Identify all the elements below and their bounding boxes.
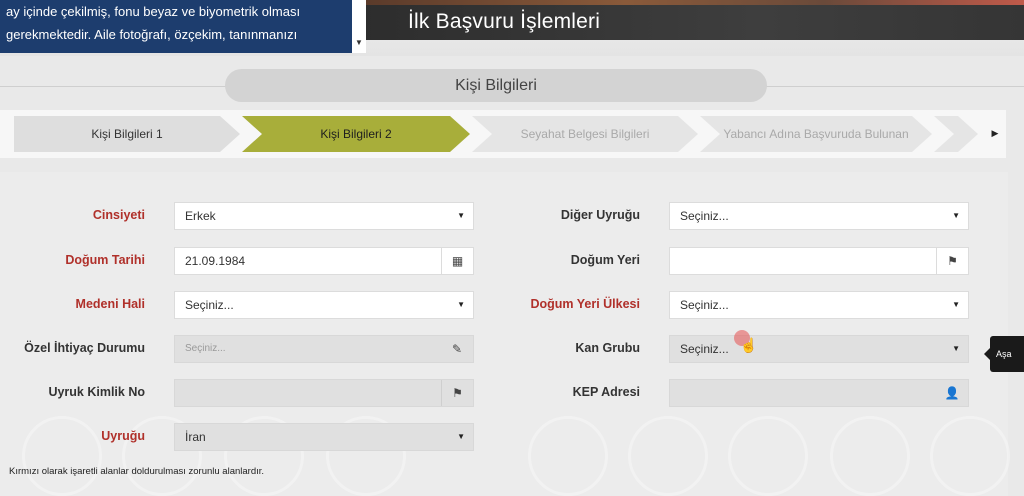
dogum-yeri-ulkesi-value: Seçiniz... [680,298,729,312]
step-label: Seyahat Belgesi Bilgileri [520,127,650,141]
watermark-logo [830,416,910,496]
user-icon: 👤 [944,386,960,400]
info-tooltip-line: ay içinde çekilmiş, fonu beyaz ve biyome… [6,4,301,19]
step-seyahat-belgesi[interactable]: Seyahat Belgesi Bilgileri [472,116,698,152]
info-tooltip: ay içinde çekilmiş, fonu beyaz ve biyome… [0,0,366,53]
label-uyrugu: Uyruğu [101,429,145,443]
page-title: İlk Başvuru İşlemleri [408,10,601,33]
side-tooltip: Aşa [984,336,1024,372]
watermark-logo [728,416,808,496]
step-yabanci-adina[interactable]: Yabancı Adına Başvuruda Bulunan [700,116,932,152]
label-dogum-tarihi: Doğum Tarihi [65,253,145,267]
dogum-tarihi-value: 21.09.1984 [185,254,246,268]
kep-adresi-input[interactable]: 👤 [669,379,969,407]
uyrugu-select[interactable]: İran ▼ [174,423,474,451]
step-label: Kişi Bilgileri 1 [91,127,163,141]
label-ozel-ihtiyac: Özel İhtiyaç Durumu [24,341,145,355]
cinsiyet-value: Erkek [185,209,216,223]
triangle-right-icon[interactable]: ▶ [984,122,1006,144]
caret-down-icon: ▼ [952,344,960,353]
label-dogum-yeri: Doğum Yeri [570,253,640,267]
caret-down-icon: ▼ [457,432,465,441]
info-tooltip-line: gerekmektedir. Aile fotoğrafı, özçekim, … [6,27,298,42]
pencil-icon[interactable]: ✎ [441,336,473,362]
watermark-logo [22,416,102,496]
tooltip-scrollbar[interactable]: ▼ [352,0,366,53]
calendar-icon[interactable]: ▦ [441,248,473,274]
required-fields-note: Kırmızı olarak işaretli alanlar doldurul… [9,466,265,477]
step-label: Kişi Bilgileri 2 [320,127,392,141]
label-cinsiyet: Cinsiyeti [92,208,145,222]
ozel-ihtiyac-value: Seçiniz... [185,343,226,354]
caret-down-icon: ▼ [457,211,465,220]
label-kan-grubu: Kan Grubu [575,341,640,355]
section-title: Kişi Bilgileri [225,69,767,102]
label-dogum-yeri-ulkesi: Doğum Yeri Ülkesi [530,297,640,311]
step-kisi-bilgileri-2[interactable]: Kişi Bilgileri 2 [242,116,470,152]
dogum-yeri-ulkesi-select[interactable]: Seçiniz... ▼ [669,291,969,319]
caret-down-icon: ▼ [952,211,960,220]
step-label: Yabancı Adına Başvuruda Bulunan [723,127,909,141]
ozel-ihtiyac-select[interactable]: Seçiniz... ✎ [174,335,474,363]
dogum-tarihi-input[interactable]: 21.09.1984 ▦ [174,247,474,275]
medeni-hali-select[interactable]: Seçiniz... ▼ [174,291,474,319]
kan-grubu-value: Seçiniz... [680,342,729,356]
dogum-yeri-input[interactable]: ⚑ [669,247,969,275]
watermark-logo [528,416,608,496]
watermark-logo [628,416,708,496]
label-uyruk-kimlik: Uyruk Kimlik No [48,385,145,399]
caret-down-icon: ▼ [457,300,465,309]
step-kisi-bilgileri-1[interactable]: Kişi Bilgileri 1 [14,116,240,152]
label-diger-uyrugu: Diğer Uyruğu [560,208,640,222]
triangle-down-icon[interactable]: ▼ [355,38,363,47]
label-kep-adresi: KEP Adresi [572,385,640,399]
kan-grubu-select[interactable]: Seçiniz... ▼ [669,335,969,363]
hand-cursor-icon: ☝ [740,337,758,353]
flag-icon: ⚑ [441,380,473,406]
uyruk-kimlik-input[interactable]: ⚑ [174,379,474,407]
cinsiyet-select[interactable]: Erkek ▼ [174,202,474,230]
watermark-logo [930,416,1010,496]
diger-uyrugu-select[interactable]: Seçiniz... ▼ [669,202,969,230]
flag-icon: ⚑ [936,248,968,274]
info-tooltip-text: ay içinde çekilmiş, fonu beyaz ve biyome… [0,0,352,53]
wizard-steps: Kişi Bilgileri 1 Kişi Bilgileri 2 Seyaha… [0,110,1006,158]
medeni-hali-value: Seçiniz... [185,298,234,312]
diger-uyrugu-value: Seçiniz... [680,209,729,223]
caret-down-icon: ▼ [952,300,960,309]
uyrugu-value: İran [185,430,206,444]
label-medeni-hali: Medeni Hali [75,297,145,311]
step-next-hidden[interactable] [934,116,978,152]
